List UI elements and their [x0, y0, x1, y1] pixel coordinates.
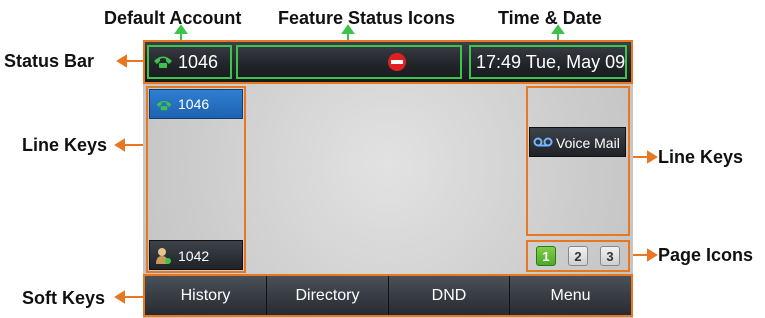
status-bar-callout-box: [143, 40, 633, 84]
right-line-keys-callout-box: [526, 86, 630, 236]
page-icons-callout-box: [526, 240, 630, 272]
soft-keys-callout-box: [143, 274, 633, 317]
left-line-keys-callout-box: [146, 86, 246, 273]
